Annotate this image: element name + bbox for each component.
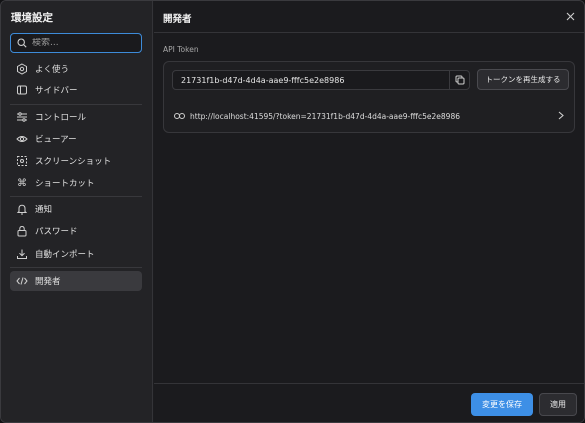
api-token-card: 21731f1b-d47d-4d4a-aae9-fffc5e2e8986 トーク… [163, 61, 575, 133]
chevron-right-icon [558, 111, 564, 120]
sidebar: 環境設定 よく使う サイドバー [1, 1, 153, 422]
sidebar-item-screenshot[interactable]: スクリーンショット [10, 151, 142, 171]
api-url-text[interactable]: http://localhost:41595/?token=21731f1b-d… [190, 112, 460, 121]
section-label: API Token [163, 45, 199, 54]
main-header: 開発者 [154, 1, 584, 33]
save-button[interactable]: 変更を保存 [471, 393, 533, 416]
sidebar-item-label: よく使う [35, 65, 70, 75]
preferences-window: 環境設定 よく使う サイドバー [0, 0, 585, 423]
search-input[interactable] [32, 38, 132, 48]
sidebar-item-label: ビューアー [35, 135, 77, 145]
api-url-link[interactable]: http://localhost:41595/?token=21731f1b-d… [174, 108, 564, 124]
sidebar-item-favorites[interactable]: よく使う [10, 59, 142, 79]
screenshot-icon [16, 155, 28, 167]
download-icon [16, 248, 28, 260]
apply-button[interactable]: 適用 [539, 393, 577, 416]
sidebar-divider [10, 196, 142, 197]
sidebar-divider [10, 104, 142, 105]
main-panel: 開発者 API Token 21731f1b-d47d-4d4a-aae9-ff… [154, 1, 584, 422]
sidebar-item-label: スクリーンショット [35, 157, 112, 167]
copy-icon [455, 75, 464, 85]
favorites-icon [16, 63, 28, 75]
sidebar-item-viewer[interactable]: ビューアー [10, 129, 142, 149]
page-title: 開発者 [163, 14, 192, 25]
sidebar-item-label: 自動インポート [35, 250, 95, 260]
lock-icon [16, 225, 28, 237]
command-icon: ⌘ [17, 177, 27, 189]
copy-token-button[interactable] [449, 70, 469, 90]
search-box[interactable] [10, 33, 142, 53]
sidebar-item-developer[interactable]: 開発者 [10, 271, 142, 291]
sidebar-item-label: 通知 [35, 205, 53, 215]
sidebar-item-password[interactable]: パスワード [10, 221, 142, 241]
footer-bar: 変更を保存 適用 [154, 383, 584, 422]
link-icon [174, 112, 185, 120]
code-icon [16, 275, 28, 287]
api-token-field[interactable]: 21731f1b-d47d-4d4a-aae9-fffc5e2e8986 [172, 70, 470, 90]
eye-icon [16, 133, 28, 145]
sidebar-icon [16, 84, 28, 96]
regenerate-token-button[interactable]: トークンを再生成する [477, 69, 569, 90]
sidebar-item-controls[interactable]: コントロール [10, 107, 142, 127]
close-icon [566, 12, 574, 20]
sidebar-item-label: コントロール [35, 113, 87, 123]
sidebar-item-label: 開発者 [35, 277, 61, 287]
sliders-icon [16, 111, 28, 123]
close-button[interactable] [564, 10, 576, 22]
sidebar-item-sidebar[interactable]: サイドバー [10, 80, 142, 100]
bell-icon [16, 203, 28, 215]
sidebar-item-label: サイドバー [35, 86, 78, 96]
sidebar-item-auto-import[interactable]: 自動インポート [10, 244, 142, 264]
sidebar-item-label: ショートカット [35, 179, 95, 189]
sidebar-item-label: パスワード [35, 227, 78, 237]
sidebar-title: 環境設定 [11, 12, 53, 24]
search-icon [17, 38, 27, 48]
api-token-value[interactable]: 21731f1b-d47d-4d4a-aae9-fffc5e2e8986 [181, 76, 344, 85]
sidebar-divider [10, 267, 142, 268]
sidebar-item-shortcuts[interactable]: ⌘ ショートカット [10, 173, 142, 193]
sidebar-item-notifications[interactable]: 通知 [10, 199, 142, 219]
